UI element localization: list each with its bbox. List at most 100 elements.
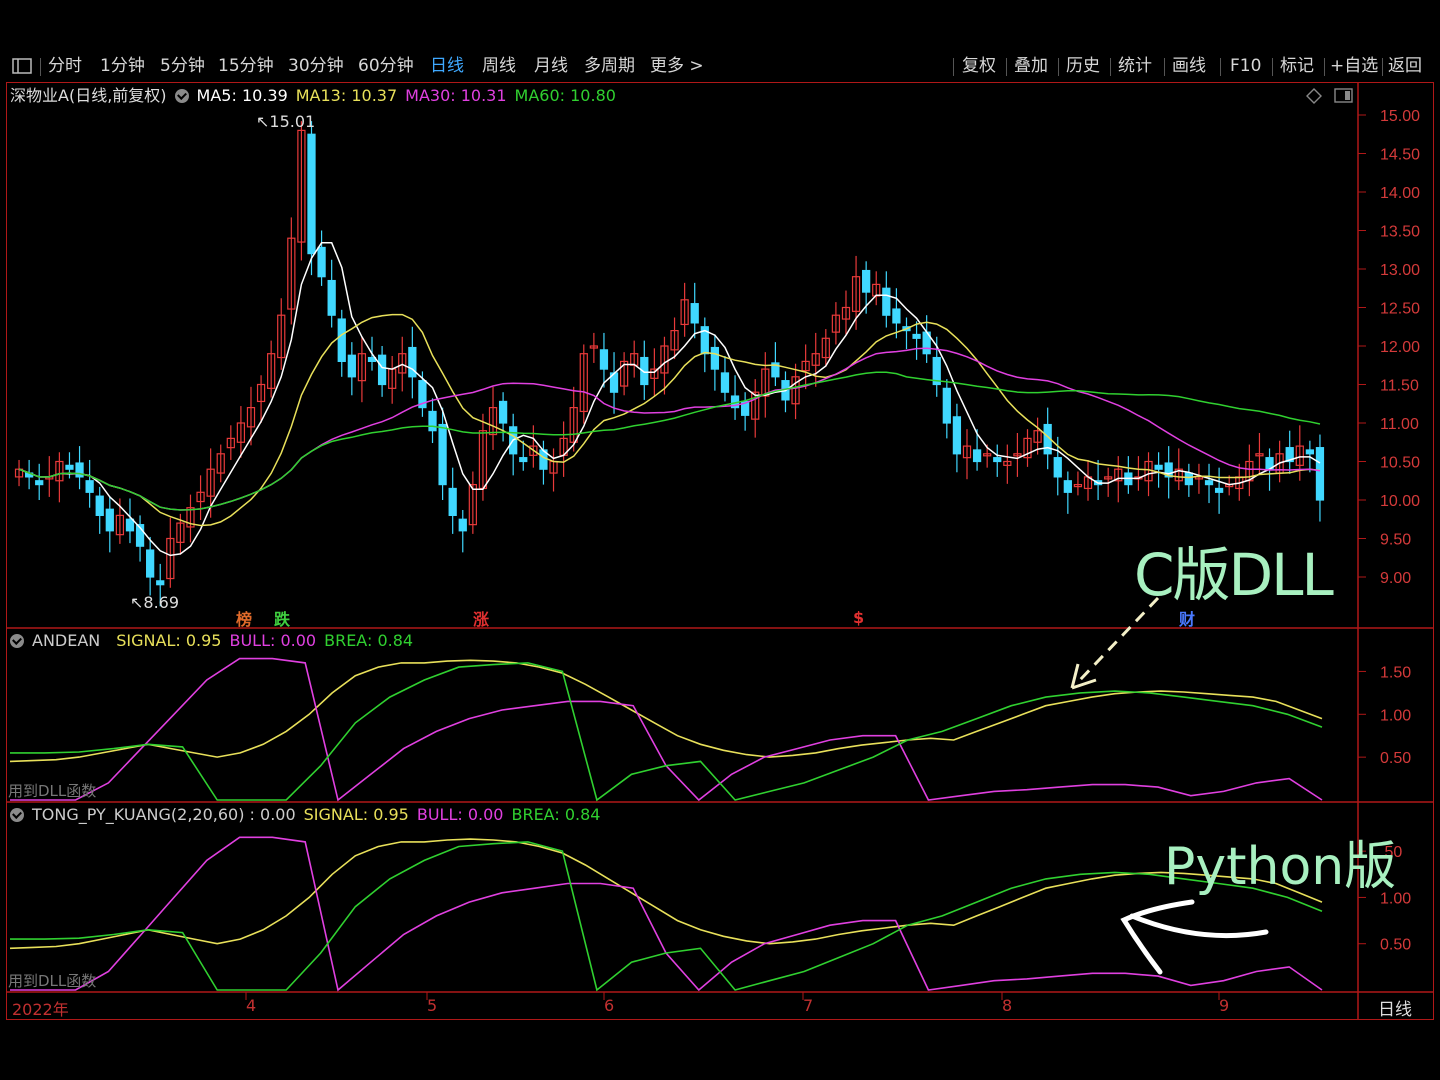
candle-body: [85, 480, 94, 493]
candle-body: [1063, 480, 1072, 493]
price-tick-label-2: 14.00: [1380, 185, 1420, 202]
price-tick-label-7: 11.50: [1380, 378, 1419, 395]
panel1-tick-label-2: 0.50: [1380, 750, 1411, 767]
x-label-jun: 6: [604, 996, 615, 1015]
panel1-name: ANDEAN: [32, 631, 101, 650]
settings-circle-icon[interactable]: [174, 89, 189, 103]
candle-body: [337, 318, 346, 362]
panel2-bull: BULL: 0.00: [416, 805, 504, 824]
marker-drop[interactable]: 跌: [274, 606, 290, 630]
candle-body: [720, 372, 730, 393]
panel2-brea: BREA: 0.84: [511, 805, 601, 824]
panel2-name: TONG_PY_KUANG(2,20,60) : 0.00: [32, 805, 296, 824]
candle-body: [448, 487, 457, 517]
ma5-line: [18, 242, 1321, 557]
candle-body: [428, 410, 437, 432]
candle-body: [952, 416, 962, 455]
low-price-label: ↖8.69: [130, 593, 180, 612]
x-label-jul: 7: [803, 996, 814, 1015]
candle-body: [65, 464, 74, 470]
ma30-label: MA30: 10.31: [405, 86, 507, 105]
marker-rank[interactable]: 榜: [236, 606, 252, 630]
annotation-hand-arrow: [1120, 899, 1269, 975]
candle-body: [912, 333, 921, 339]
price-tick-label-11: 9.50: [1380, 532, 1411, 549]
panel1-settings-icon[interactable]: [10, 634, 24, 648]
candle-body: [146, 549, 155, 578]
candle-body: [892, 308, 901, 324]
x-label-2022: 2022年: [12, 1000, 69, 1019]
panel1-footnote: 用到DLL函数: [8, 782, 97, 800]
ma13-label: MA13: 10.37: [295, 86, 398, 105]
panel1-signal: SIGNAL: 0.95: [116, 631, 222, 650]
panel1-brea-line: [10, 662, 1323, 802]
ma60-label: MA60: 10.80: [514, 86, 616, 105]
panel2-settings-icon[interactable]: [10, 808, 24, 822]
candle-body: [438, 423, 447, 486]
panel2-signal-line: [9, 838, 1323, 950]
panel1-bull: BULL: 0.00: [229, 631, 317, 650]
price-tick-label-0: 15.00: [1380, 108, 1420, 125]
candle-body: [125, 518, 135, 532]
price-tick-label-8: 11.00: [1380, 416, 1419, 433]
candle-body: [95, 495, 104, 516]
price-tick-label-12: 9.00: [1380, 570, 1411, 587]
price-tick-label-3: 13.50: [1380, 224, 1420, 241]
panel2-info-bar: TONG_PY_KUANG(2,20,60) : 0.00 SIGNAL: 0.9…: [10, 804, 608, 826]
candle-body: [1315, 447, 1325, 501]
marker-dividend[interactable]: $: [853, 608, 864, 627]
candle-body: [105, 508, 114, 532]
candle-body: [942, 387, 951, 424]
candle-body: [1305, 449, 1315, 455]
x-label-aug: 8: [1002, 996, 1013, 1015]
panel2-brea-line: [10, 841, 1323, 992]
candle-body: [972, 449, 982, 463]
diamond-icon[interactable]: [1306, 88, 1322, 104]
candle-body: [307, 133, 316, 255]
panel1-brea: BREA: 0.84: [324, 631, 414, 650]
candle-body: [317, 246, 326, 278]
price-tick-label-4: 13.00: [1380, 262, 1420, 279]
panel1-tick-label-0: 1.50: [1380, 664, 1411, 681]
c-version-annotation: C版DLL: [1134, 541, 1334, 609]
panel1-tick-label-1: 1.00: [1380, 707, 1411, 724]
x-label-sep: 9: [1219, 996, 1230, 1015]
main-info-bar: 深物业A(日线,前复权) MA5: 10.39 MA13: 10.37 MA30: 1…: [10, 85, 624, 107]
panel2-signal: SIGNAL: 0.95: [303, 805, 409, 824]
panel-toggle-icon[interactable]: [1334, 88, 1354, 104]
ma5-label: MA5: 10.39: [196, 86, 288, 105]
panel2-tick-label-2: 0.50: [1380, 937, 1411, 954]
price-tick-label-5: 12.50: [1380, 301, 1420, 318]
candle-body: [710, 346, 720, 370]
candle-body: [882, 287, 891, 316]
candle-body: [1214, 487, 1224, 493]
marker-rise[interactable]: 涨: [473, 606, 489, 630]
candle-body: [498, 400, 508, 424]
candle-body: [599, 349, 609, 370]
price-tick-label-9: 10.50: [1380, 455, 1420, 472]
panel1-signal-line: [9, 659, 1323, 763]
candle-body: [1184, 472, 1193, 486]
period-label: 日线: [1378, 1000, 1412, 1020]
candle-body: [690, 303, 699, 324]
x-label-apr: 4: [246, 996, 257, 1015]
panel1-info-bar: ANDEAN SIGNAL: 0.95 BULL: 0.00 BREA: 0.84: [10, 630, 421, 652]
candle-body: [519, 457, 528, 463]
price-tick-label-10: 10.00: [1380, 493, 1420, 510]
python-version-annotation: Python版: [1164, 837, 1397, 897]
candle-body: [327, 279, 336, 316]
candle-body: [377, 354, 387, 386]
stock-title: 深物业A(日线,前复权): [10, 86, 167, 105]
candle-body: [458, 518, 467, 532]
candle-body: [35, 480, 44, 486]
candle-body: [993, 457, 1002, 463]
candle-body: [1204, 480, 1214, 486]
candle-body: [347, 354, 356, 378]
price-tick-label-6: 12.00: [1380, 339, 1420, 356]
candle-body: [156, 580, 165, 586]
candle-body: [862, 269, 871, 293]
panel2-footnote: 用到DLL函数: [8, 972, 97, 990]
candle-body: [1053, 457, 1062, 478]
candle-body: [1154, 464, 1163, 470]
high-price-label: ↖15.01: [256, 112, 316, 131]
